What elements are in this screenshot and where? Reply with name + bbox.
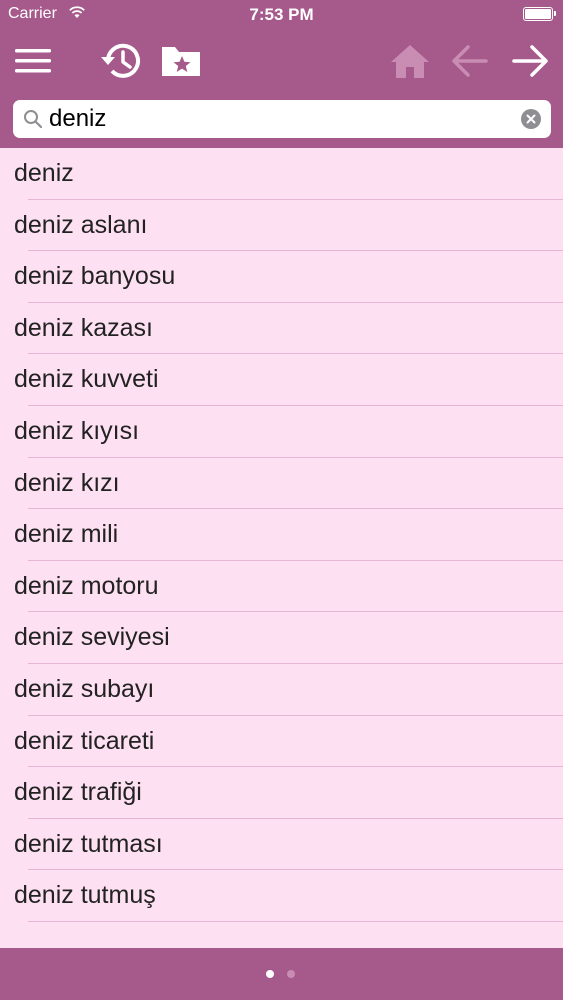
search-box[interactable] xyxy=(13,100,551,138)
home-icon xyxy=(391,45,429,78)
page-indicator-dot-active[interactable] xyxy=(266,970,274,978)
list-item[interactable]: deniz mili xyxy=(0,509,563,561)
list-item[interactable]: deniz trafiği xyxy=(0,767,563,819)
clock: 7:53 PM xyxy=(249,5,314,24)
menu-button[interactable] xyxy=(10,38,56,84)
forward-button[interactable] xyxy=(507,38,553,84)
search-input[interactable] xyxy=(49,104,519,134)
list-item[interactable]: deniz kızı xyxy=(0,458,563,510)
list-item[interactable]: deniz seviyesi xyxy=(0,612,563,664)
home-button[interactable] xyxy=(387,38,433,84)
clear-search-icon[interactable] xyxy=(521,109,541,129)
bookmarks-button[interactable] xyxy=(158,38,204,84)
list-item[interactable]: deniz xyxy=(0,148,563,200)
list-item[interactable]: deniz kuvveti xyxy=(0,354,563,406)
list-item[interactable]: deniz kazası xyxy=(0,303,563,355)
back-button[interactable] xyxy=(447,38,493,84)
list-item[interactable]: deniz motoru xyxy=(0,561,563,613)
search-area xyxy=(0,92,563,148)
history-button[interactable] xyxy=(98,38,144,84)
history-icon xyxy=(101,43,140,78)
list-item[interactable]: deniz aslanı xyxy=(0,200,563,252)
back-arrow-icon xyxy=(452,45,488,77)
list-item[interactable]: deniz tutmuş xyxy=(0,870,563,922)
forward-arrow-icon xyxy=(512,45,548,77)
results-list: deniz deniz aslanı deniz banyosu deniz k… xyxy=(0,148,563,948)
search-icon xyxy=(24,110,43,129)
list-item[interactable]: deniz kıyısı xyxy=(0,406,563,458)
list-item[interactable]: deniz banyosu xyxy=(0,251,563,303)
menu-icon xyxy=(15,49,51,73)
list-item[interactable]: deniz tutması xyxy=(0,819,563,871)
list-item[interactable]: deniz ticareti xyxy=(0,716,563,768)
list-item[interactable]: deniz subayı xyxy=(0,664,563,716)
status-bar: Carrier 7:53 PM xyxy=(0,0,563,30)
page-indicator-dot[interactable] xyxy=(287,970,295,978)
battery-icon xyxy=(523,7,556,21)
toolbar xyxy=(0,30,563,92)
bottom-bar xyxy=(0,948,563,1000)
bookmarks-folder-icon xyxy=(162,47,200,76)
